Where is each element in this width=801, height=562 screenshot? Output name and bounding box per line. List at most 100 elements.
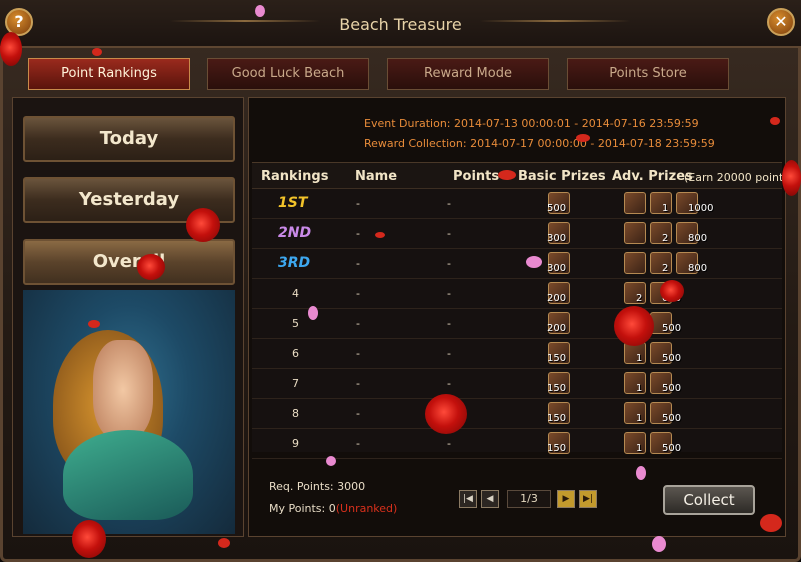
rose-decoration [137,254,165,280]
petal-decoration [498,170,516,180]
rose-decoration [425,394,467,434]
col-adv-prizes: Adv. Prizes [612,169,693,184]
petal-decoration [760,514,782,532]
col-rankings: Rankings [261,169,329,184]
adv-prize-amount: 1 [636,443,643,454]
rankings-panel: Event Duration: 2014-07-13 00:00:01 - 20… [248,97,786,537]
basic-prize-amount: 300 [547,263,567,274]
potion-icon [624,402,646,424]
left-panel: Today Yesterday Overall [12,97,244,537]
petal-decoration [576,134,590,142]
adv-prize-amount: 800 [688,233,708,244]
rose-decoration [660,280,684,302]
table-row: 6 - - 150 1 500 [252,339,782,369]
today-button[interactable]: Today [23,116,235,162]
table-row: 8--1501500 [252,399,782,429]
name-cell: - [356,407,360,420]
page-indicator: 1/3 [507,490,551,508]
basic-prize-amount: 300 [547,233,567,244]
adv-prize-amount: 2 [662,263,669,274]
rank-cell: 7 [292,377,299,390]
points-cell: - [447,197,451,210]
tab-point-rankings[interactable]: Point Rankings [28,58,190,90]
chest-icon [624,192,646,214]
adv-prize-amount: 1000 [688,203,714,214]
basic-prize-amount: 150 [547,353,567,364]
table-row: 5--2001500 [252,309,782,339]
points-cell: - [447,437,451,450]
tab-good-luck-beach[interactable]: Good Luck Beach [207,58,369,90]
points-cell: - [447,227,451,240]
adv-prize-amount: 2 [662,233,669,244]
name-cell: - [356,287,360,300]
col-name: Name [355,169,398,184]
first-page-icon[interactable]: |◀ [459,490,477,508]
petal-decoration [526,256,542,268]
table-row: 3RD - - 300 2 800 [252,249,782,279]
adv-prize-amount: 500 [662,353,682,364]
rose-decoration [782,160,801,196]
col-basic-prizes: Basic Prizes [518,169,606,184]
rose-decoration [186,208,220,242]
last-page-icon[interactable]: ▶| [579,490,597,508]
tab-bar: Point Rankings Good Luck Beach Reward Mo… [0,58,801,92]
potion-icon [624,282,646,304]
adv-prizes-note: (Earn 20000 point [684,171,782,184]
adv-prize-amount: 1 [636,353,643,364]
petal-decoration [652,536,666,552]
basic-prize-amount: 200 [547,293,567,304]
next-page-icon[interactable]: ▶ [557,490,575,508]
points-cell: - [447,287,451,300]
rose-decoration [0,32,22,66]
table-row: 7 - - 150 1 500 [252,369,782,399]
rank-cell: 6 [292,347,299,360]
potion-icon [650,252,672,274]
petal-decoration [326,456,336,466]
name-cell: - [356,377,360,390]
table-row: 2ND - - 300 2 800 [252,219,782,249]
adv-prize-amount: 500 [662,323,682,334]
rank-cell: 5 [292,317,299,330]
my-points-value: My Points: 0 [269,502,336,515]
close-button[interactable]: ✕ [767,8,795,36]
table-row: 9 - - 150 1 500 [252,429,782,459]
adv-prize-amount: 500 [662,383,682,394]
tab-points-store[interactable]: Points Store [567,58,729,90]
potion-icon [624,432,646,454]
rank-cell: 9 [292,437,299,450]
potion-icon [650,222,672,244]
prev-page-icon[interactable]: ◀ [481,490,499,508]
mermaid-tail [63,430,193,520]
name-cell: - [356,347,360,360]
required-points: Req. Points: 3000 [269,480,366,493]
chest-icon [624,252,646,274]
adv-prize-amount: 2 [636,293,643,304]
my-points: My Points: 0(Unranked) [269,502,397,515]
petal-decoration [375,232,385,238]
chest-icon [624,222,646,244]
adv-prize-amount: 1 [636,413,643,424]
col-points: Points [453,169,500,184]
basic-prize-amount: 150 [547,383,567,394]
rose-decoration [72,520,106,558]
overall-button[interactable]: Overall [23,239,235,285]
table-row: 1ST - - 500 1 1000 [252,189,782,219]
collect-button[interactable]: Collect [663,485,755,515]
tab-reward-mode[interactable]: Reward Mode [387,58,549,90]
table-header: Rankings Name Points Basic Prizes Adv. P… [252,163,782,189]
petal-decoration [308,306,318,320]
mermaid-illustration [23,290,235,534]
adv-prize-amount: 1 [662,203,669,214]
name-cell: - [356,257,360,270]
rank-cell: 3RD [278,255,311,271]
basic-prize-amount: 200 [547,323,567,334]
points-cell: - [447,317,451,330]
rank-cell: 4 [292,287,299,300]
basic-prize-amount: 500 [547,203,567,214]
petal-decoration [255,5,265,17]
table-row: 4--2002600 [252,279,782,309]
window-title: Beach Treasure [339,15,462,34]
name-cell: - [356,437,360,450]
adv-prize-amount: 1 [636,383,643,394]
petal-decoration [770,117,780,125]
